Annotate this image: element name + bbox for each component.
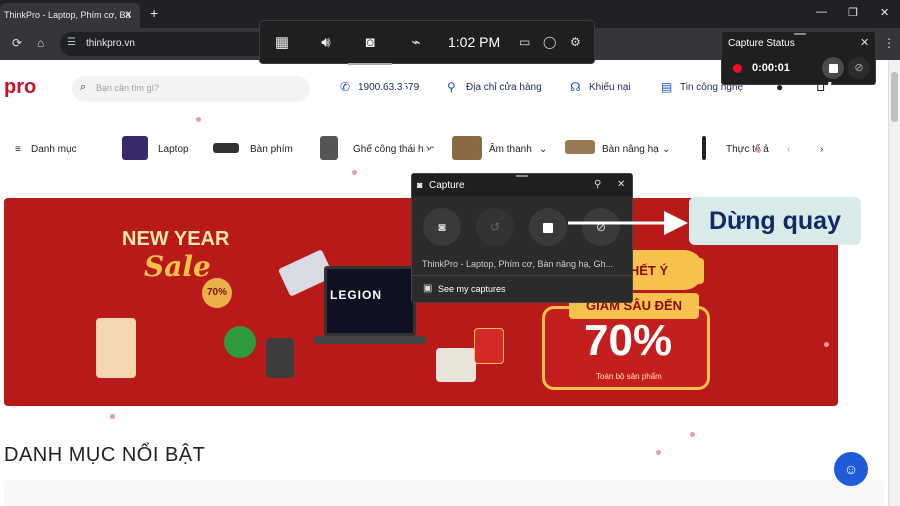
mic-toggle-button[interactable]: ⊘ xyxy=(582,208,620,246)
petal-decoration xyxy=(110,414,115,419)
pin-icon[interactable]: ⚲ xyxy=(594,179,601,190)
stop-square-icon xyxy=(829,64,838,73)
hero-small-badge: 70% xyxy=(202,278,232,308)
laptop-thumbnail xyxy=(122,136,148,160)
close-window-button[interactable]: ✕ xyxy=(880,6,889,19)
hero-sale: Sale xyxy=(144,250,211,283)
game-bar-clock: 1:02 PM xyxy=(448,34,501,50)
hero-discount-value: 70% xyxy=(584,316,673,365)
petal-decoration xyxy=(690,432,695,437)
stop-recording-callout: Dừng quay xyxy=(689,197,861,245)
keyboard-thumbnail xyxy=(213,143,239,153)
watermelon-image xyxy=(224,326,256,358)
browser-menu-icon[interactable]: ⋮ xyxy=(883,36,895,50)
capture-status-title: Capture Status xyxy=(728,38,795,49)
camera-icon: ◙ xyxy=(417,180,423,190)
reload-icon[interactable]: ⟳ xyxy=(12,36,22,50)
thinkpro-logo[interactable]: pro xyxy=(4,76,36,99)
divider xyxy=(412,275,632,276)
page-scrollbar[interactable] xyxy=(888,60,900,506)
mic-muted-icon[interactable]: ⊘ xyxy=(848,57,870,79)
search-placeholder: Bạn cần tìm gì? xyxy=(96,83,160,93)
category-bar: ≡ Danh mục Laptop Bàn phím Ghế công thái… xyxy=(0,134,888,164)
laptop-base xyxy=(314,336,426,344)
petal-decoration xyxy=(196,117,201,122)
mouse-icon: ◯ xyxy=(543,35,557,49)
petal-decoration xyxy=(824,342,829,347)
chevron-left-icon[interactable]: ‹ xyxy=(787,144,790,155)
category-keyboard[interactable]: Bàn phím xyxy=(250,144,293,155)
vr-thumbnail xyxy=(702,136,706,160)
gift-boxes-image xyxy=(436,348,476,382)
hero-discount-sub: Toàn bộ sản phẩm xyxy=(596,372,662,381)
petal-decoration xyxy=(756,148,761,153)
category-laptop[interactable]: Laptop xyxy=(158,144,189,155)
recording-indicator-icon xyxy=(733,64,742,73)
category-vr[interactable]: Thực tế ả xyxy=(726,144,769,155)
location-pin-icon: ⚲ xyxy=(447,80,456,94)
category-danh-muc[interactable]: Danh mục xyxy=(31,144,77,155)
speaker-thumbnail xyxy=(452,136,482,160)
audio-icon[interactable]: 🔊︎ xyxy=(304,21,348,65)
category-ergonomic-chair[interactable]: Ghế công thái học xyxy=(353,144,434,155)
settings-gear-icon[interactable]: ⚙ xyxy=(570,35,581,49)
red-envelope-image xyxy=(474,328,504,364)
drag-handle[interactable] xyxy=(516,175,528,177)
chevron-down-icon: ⌄ xyxy=(662,144,671,155)
see-my-captures-link[interactable]: See my captures xyxy=(438,284,506,294)
chevron-right-icon[interactable]: › xyxy=(820,144,823,155)
maximize-button[interactable]: ❐ xyxy=(848,6,858,19)
capture-widget: ◙ Capture ⚲ ✕ ◙ ↺ ⊘ ThinkPro - Laptop, P… xyxy=(411,173,633,303)
capture-camera-icon[interactable]: ◙ xyxy=(348,21,392,65)
legion-logo: LEGION xyxy=(330,288,383,302)
capture-title: Capture xyxy=(429,180,465,191)
game-bar: ▦ 🔊︎ ◙ ⌁ 1:02 PM ▭ ◯ ⚙ xyxy=(259,20,595,65)
category-standing-desk[interactable]: Bàn nâng hạ xyxy=(602,144,659,155)
featured-category-card[interactable] xyxy=(4,480,884,506)
browser-tab[interactable]: ThinkPro - Laptop, Phím cơ, Bà ✕ xyxy=(0,3,140,28)
gallery-icon: ▣ xyxy=(423,283,433,294)
petal-decoration xyxy=(352,170,357,175)
scrollbar-thumb[interactable] xyxy=(891,72,898,122)
battery-icon: ▭ xyxy=(519,35,531,49)
site-info-icon[interactable]: ☰ xyxy=(67,37,76,48)
category-menu-icon: ≡ xyxy=(15,144,21,155)
desk-thumbnail xyxy=(565,140,595,154)
performance-icon[interactable]: ⌁ xyxy=(394,21,438,65)
category-audio[interactable]: Âm thanh xyxy=(489,144,532,155)
screenshot-button[interactable]: ◙ xyxy=(423,208,461,246)
news-icon: ▤ xyxy=(661,80,673,94)
home-icon[interactable]: ⌂ xyxy=(37,36,44,50)
hotline-link[interactable]: 1900.63.3579 xyxy=(358,82,419,93)
recording-elapsed-time: 0:00:01 xyxy=(752,62,790,74)
chair-thumbnail xyxy=(320,136,338,160)
drag-handle[interactable] xyxy=(794,33,806,35)
widget-menu-icon[interactable]: ▦ xyxy=(260,21,304,65)
close-icon[interactable]: ✕ xyxy=(617,179,625,190)
chevron-down-icon: ⌄ xyxy=(539,144,548,155)
phone-icon: ✆ xyxy=(340,80,351,94)
new-tab-button[interactable]: + xyxy=(150,5,158,21)
headset-icon: ☊ xyxy=(570,80,581,94)
lion-dance-image xyxy=(96,318,136,378)
complaints-link[interactable]: Khiếu nại xyxy=(589,82,631,93)
stop-square-icon xyxy=(543,222,553,233)
minimize-button[interactable]: — xyxy=(816,6,827,18)
store-address-link[interactable]: Địa chỉ cửa hàng xyxy=(466,82,542,93)
stop-recording-button[interactable] xyxy=(529,208,567,246)
tab-title: ThinkPro - Laptop, Phím cơ, Bà xyxy=(4,10,131,20)
petal-decoration xyxy=(656,450,661,455)
search-icon: ⌕ xyxy=(80,81,87,93)
close-icon[interactable]: ✕ xyxy=(860,36,869,49)
record-last-30s-button[interactable]: ↺ xyxy=(476,208,514,246)
speaker-image xyxy=(266,338,294,378)
url-text[interactable]: thinkpro.vn xyxy=(86,38,135,49)
captured-window-name: ThinkPro - Laptop, Phím cơ, Bàn nâng hạ,… xyxy=(422,259,614,269)
chat-support-button[interactable]: ☺ xyxy=(834,452,868,486)
section-title: DANH MỤC NỔI BẬT xyxy=(4,444,206,466)
hero-new-year: NEW YEAR xyxy=(122,228,230,250)
tab-close-icon[interactable]: ✕ xyxy=(124,10,132,21)
